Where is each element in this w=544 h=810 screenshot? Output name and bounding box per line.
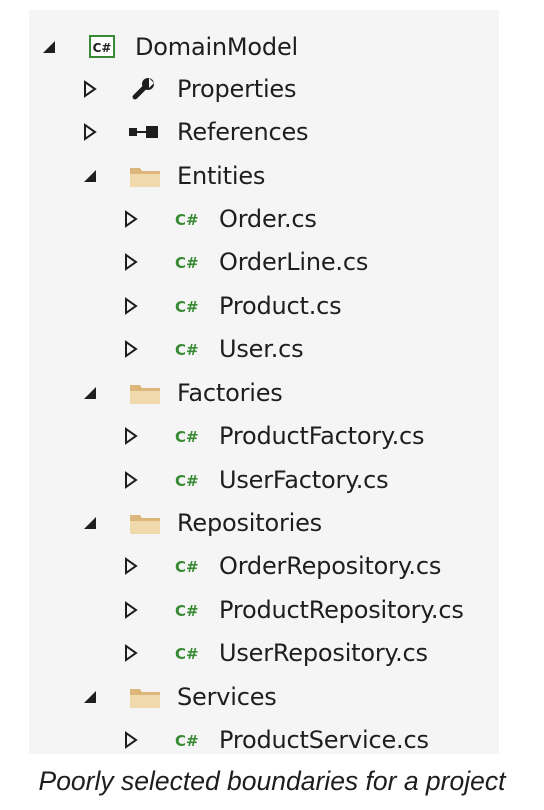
svg-text:C#: C# — [175, 298, 199, 316]
file-label: User.cs — [219, 335, 304, 363]
tree-item-project[interactable]: C# DomainModel — [29, 26, 499, 69]
collapsed-arrow-icon[interactable] — [121, 339, 141, 359]
csharp-file-icon: C# — [173, 249, 201, 275]
references-label: References — [177, 118, 309, 146]
tree-item-file[interactable]: C# ProductRepository.cs — [29, 589, 499, 632]
solution-explorer-tree: C# DomainModel Properties References Ent… — [29, 10, 499, 754]
svg-text:C#: C# — [93, 41, 112, 55]
csharp-project-icon: C# — [87, 34, 115, 60]
file-label: Product.cs — [219, 292, 342, 320]
file-label: UserFactory.cs — [219, 466, 389, 494]
expanded-arrow-icon[interactable] — [80, 513, 100, 533]
file-label: Order.cs — [219, 205, 317, 233]
tree-item-file[interactable]: C# ProductFactory.cs — [29, 415, 499, 458]
tree-item-file[interactable]: C# Product.cs — [29, 285, 499, 328]
properties-label: Properties — [177, 75, 297, 103]
folder-label: Repositories — [177, 509, 322, 537]
collapsed-arrow-icon[interactable] — [121, 556, 141, 576]
svg-text:C#: C# — [175, 602, 199, 620]
csharp-file-icon: C# — [173, 423, 201, 449]
csharp-file-icon: C# — [173, 206, 201, 232]
file-label: OrderRepository.cs — [219, 552, 442, 580]
csharp-file-icon: C# — [173, 640, 201, 666]
expanded-arrow-icon[interactable] — [80, 687, 100, 707]
tree-item-folder-services[interactable]: Services — [29, 676, 499, 719]
csharp-file-icon: C# — [173, 336, 201, 362]
csharp-file-icon: C# — [173, 467, 201, 493]
tree-item-references[interactable]: References — [29, 111, 499, 154]
csharp-file-icon: C# — [173, 597, 201, 623]
figure-caption: Poorly selected boundaries for a project — [38, 766, 506, 796]
collapsed-arrow-icon[interactable] — [121, 600, 141, 620]
file-label: OrderLine.cs — [219, 248, 369, 276]
csharp-file-icon: C# — [173, 293, 201, 319]
references-icon — [127, 119, 158, 145]
file-label: ProductService.cs — [219, 726, 429, 754]
tree-item-file[interactable]: C# ProductService.cs — [29, 719, 499, 762]
collapsed-arrow-icon[interactable] — [121, 643, 141, 663]
collapsed-arrow-icon[interactable] — [121, 730, 141, 750]
svg-text:C#: C# — [175, 645, 199, 663]
folder-icon — [128, 510, 160, 536]
collapsed-arrow-icon[interactable] — [80, 122, 100, 142]
wrench-icon — [130, 76, 158, 102]
svg-text:C#: C# — [175, 428, 199, 446]
file-label: ProductRepository.cs — [219, 596, 464, 624]
collapsed-arrow-icon[interactable] — [121, 426, 141, 446]
folder-icon — [128, 684, 160, 710]
folder-label: Factories — [177, 379, 283, 407]
expanded-arrow-icon[interactable] — [80, 383, 100, 403]
tree-item-file[interactable]: C# UserFactory.cs — [29, 459, 499, 502]
tree-item-folder-repositories[interactable]: Repositories — [29, 502, 499, 545]
expanded-arrow-icon[interactable] — [80, 166, 100, 186]
tree-item-file[interactable]: C# OrderLine.cs — [29, 241, 499, 284]
folder-label: Entities — [177, 162, 266, 190]
collapsed-arrow-icon[interactable] — [80, 79, 100, 99]
folder-icon — [128, 380, 160, 406]
tree-item-file[interactable]: C# User.cs — [29, 328, 499, 371]
expanded-arrow-icon[interactable] — [39, 37, 59, 57]
tree-item-folder-entities[interactable]: Entities — [29, 155, 499, 198]
collapsed-arrow-icon[interactable] — [121, 209, 141, 229]
tree-item-properties[interactable]: Properties — [29, 68, 499, 111]
tree-item-file[interactable]: C# UserRepository.cs — [29, 632, 499, 675]
collapsed-arrow-icon[interactable] — [121, 252, 141, 272]
svg-text:C#: C# — [175, 732, 199, 750]
tree-item-file[interactable]: C# OrderRepository.cs — [29, 545, 499, 588]
csharp-file-icon: C# — [173, 727, 201, 753]
tree-item-file[interactable]: C# Order.cs — [29, 198, 499, 241]
csharp-file-icon: C# — [173, 553, 201, 579]
file-label: UserRepository.cs — [219, 639, 428, 667]
svg-text:C#: C# — [175, 558, 199, 576]
svg-text:C#: C# — [175, 472, 199, 490]
collapsed-arrow-icon[interactable] — [121, 296, 141, 316]
folder-label: Services — [177, 683, 277, 711]
folder-icon — [128, 163, 160, 189]
tree-item-folder-factories[interactable]: Factories — [29, 372, 499, 415]
svg-text:C#: C# — [175, 254, 199, 272]
svg-text:C#: C# — [175, 211, 199, 229]
collapsed-arrow-icon[interactable] — [121, 470, 141, 490]
project-label: DomainModel — [135, 33, 298, 61]
file-label: ProductFactory.cs — [219, 422, 425, 450]
svg-text:C#: C# — [175, 341, 199, 359]
